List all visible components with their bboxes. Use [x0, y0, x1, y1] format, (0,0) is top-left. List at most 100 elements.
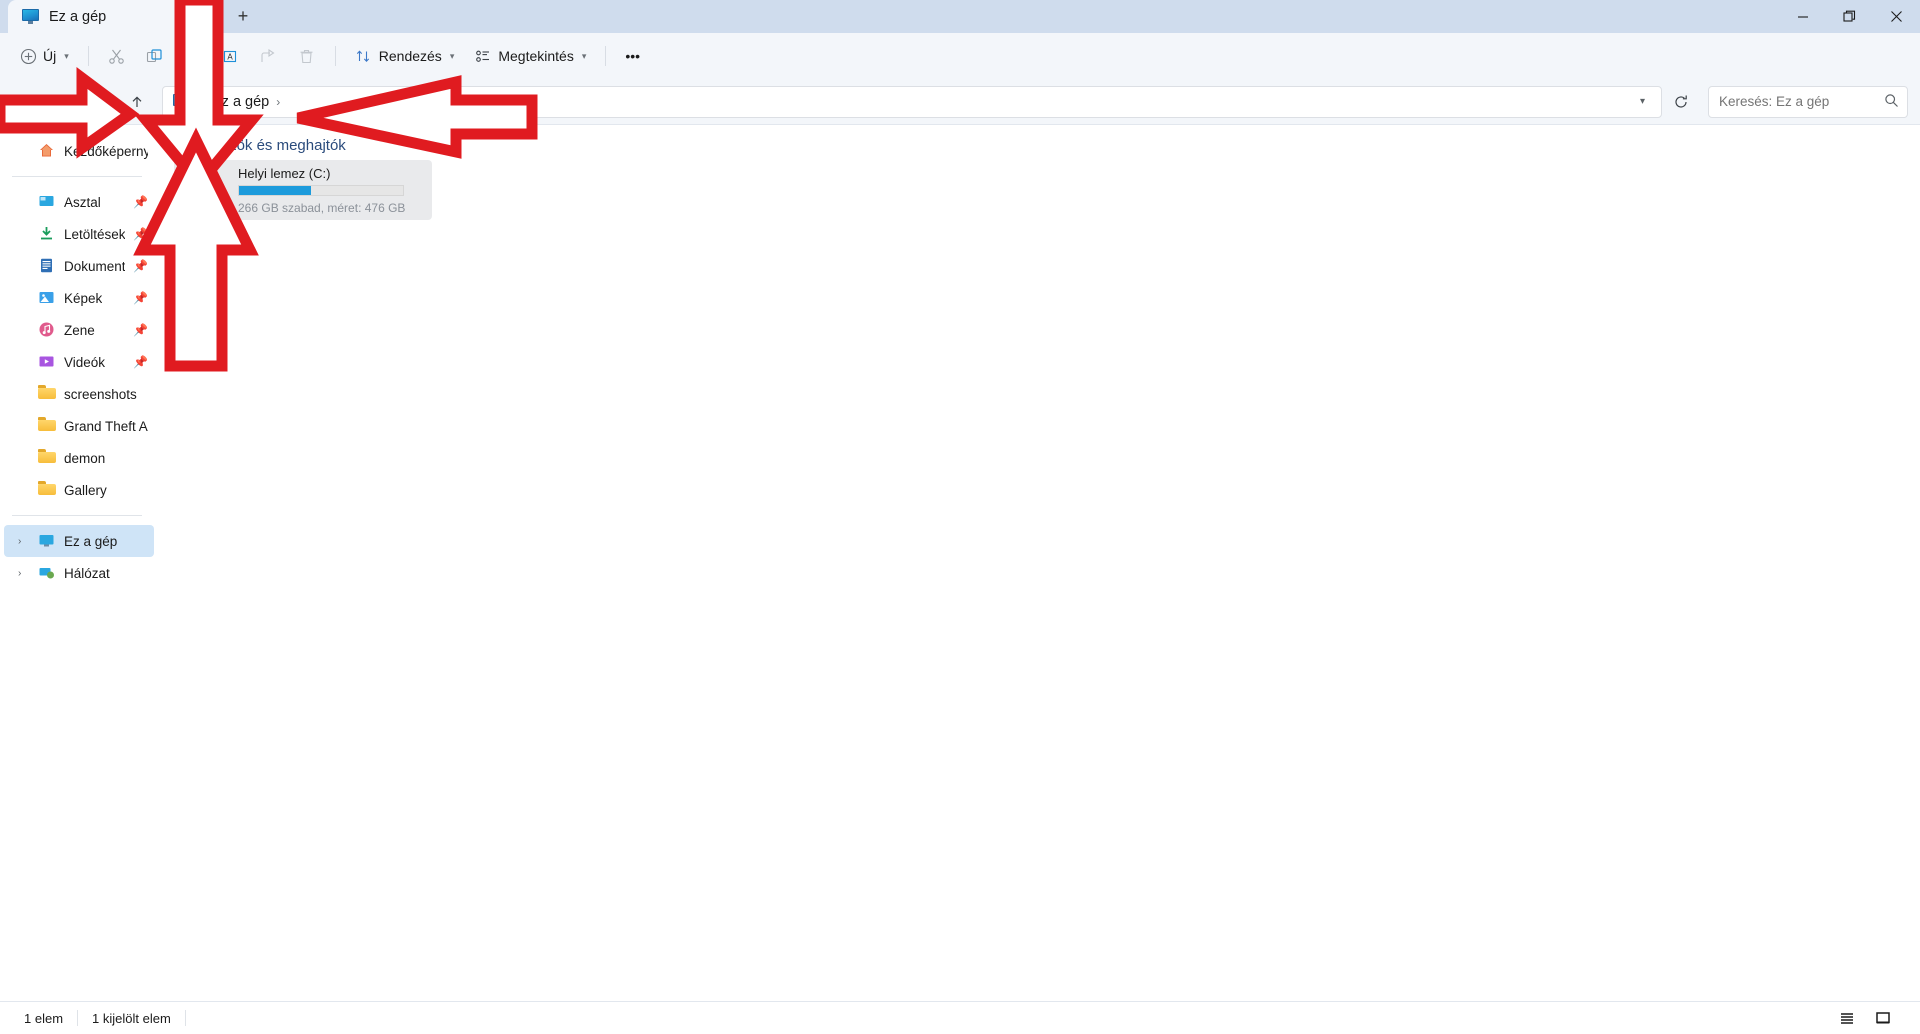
breadcrumb-separator-2[interactable]: › — [273, 95, 283, 109]
close-tab-button[interactable]: ✕ — [186, 5, 212, 29]
details-view-icon[interactable] — [1834, 1007, 1860, 1029]
share-button[interactable] — [251, 40, 287, 72]
close-button[interactable] — [1873, 0, 1920, 33]
address-dropdown-button[interactable]: ▾ — [1632, 96, 1653, 107]
chevron-down-icon[interactable]: ⌄ — [173, 139, 182, 152]
minimize-button[interactable] — [1779, 0, 1826, 33]
toolbar-divider-2 — [334, 46, 336, 66]
command-toolbar: Új ▾ A Rendezés ▾ Megtekintés ▾ ••• — [0, 33, 1920, 79]
plus-circle-icon — [19, 47, 37, 65]
new-button[interactable]: Új ▾ — [10, 40, 78, 72]
sidebar-item-screenshots[interactable]: screenshots — [4, 378, 154, 410]
window-controls — [1779, 0, 1920, 33]
cut-icon — [108, 47, 126, 65]
pin-icon[interactable]: 📌 — [133, 259, 148, 273]
sidebar-item-label: Dokumentumok — [64, 258, 126, 274]
sidebar-item-label: Grand Theft Auto S — [64, 418, 148, 434]
breadcrumb[interactable]: › Ez a gép › ▾ — [162, 85, 1662, 118]
refresh-button[interactable] — [1664, 86, 1698, 118]
status-bar: 1 elem 1 kijelölt elem — [0, 1001, 1920, 1034]
explorer-body: Kezdőképernyő Asztal 📌 Let — [0, 125, 1920, 1001]
downloads-icon — [38, 225, 56, 243]
sidebar-item-this-pc[interactable]: › Ez a gép — [4, 525, 154, 557]
drive-tile-local-disk-c[interactable]: Helyi lemez (C:) 266 GB szabad, méret: 4… — [174, 160, 432, 220]
pin-icon[interactable]: 📌 — [133, 227, 148, 241]
sidebar-item-asztal[interactable]: Asztal 📌 — [4, 186, 154, 218]
sidebar-item-gallery[interactable]: Gallery — [4, 474, 154, 506]
expander-icon[interactable]: › — [18, 536, 30, 547]
this-pc-icon — [173, 94, 190, 109]
sidebar-item-label: Asztal — [64, 194, 101, 210]
sidebar-item-home[interactable]: Kezdőképernyő — [4, 135, 154, 167]
status-divider-2 — [184, 1010, 186, 1026]
breadcrumb-separator: › — [201, 94, 205, 109]
file-list-area[interactable]: ⌄ Eszközök és meghajtók Helyi lemez (C:) — [158, 125, 1920, 1001]
sort-button[interactable]: Rendezés ▾ — [346, 40, 464, 72]
sidebar-item-videok[interactable]: Videók 📌 — [4, 346, 154, 378]
pin-icon[interactable]: 📌 — [133, 291, 148, 305]
up-button[interactable] — [120, 86, 154, 118]
sidebar-item-dokumentumok[interactable]: Dokumentumok 📌 — [4, 250, 154, 282]
pin-icon[interactable]: 📌 — [133, 195, 148, 209]
documents-icon — [38, 257, 56, 275]
network-icon — [38, 564, 56, 582]
breadcrumb-item-this-pc[interactable]: Ez a gép — [212, 94, 269, 110]
sidebar-item-zene[interactable]: Zene 📌 — [4, 314, 154, 346]
sidebar-item-label: Zene — [64, 322, 95, 338]
address-bar-row: › Ez a gép › ▾ — [0, 79, 1920, 125]
sort-button-label: Rendezés — [378, 48, 442, 64]
share-icon — [260, 47, 278, 65]
chevron-down-icon: ▾ — [581, 50, 587, 61]
delete-icon — [298, 47, 316, 65]
drive-name: Helyi lemez (C:) — [238, 165, 331, 181]
pin-icon[interactable]: 📌 — [133, 323, 148, 337]
view-toggles — [1834, 1007, 1910, 1029]
sidebar-divider-2 — [12, 515, 142, 516]
drive-tiles: Helyi lemez (C:) 266 GB szabad, méret: 4… — [168, 160, 1920, 220]
sidebar-item-demon[interactable]: demon — [4, 442, 154, 474]
sidebar-item-kepek[interactable]: Képek 📌 — [4, 282, 154, 314]
sidebar-item-network[interactable]: › Hálózat — [4, 557, 154, 589]
forward-button[interactable] — [48, 86, 82, 118]
title-bar: Ez a gép ✕ + — [0, 0, 1920, 33]
rename-button[interactable]: A — [213, 40, 249, 72]
sidebar-item-label: Gallery — [64, 482, 107, 498]
more-options-button[interactable]: ••• — [616, 40, 649, 72]
view-button-label: Megtekintés — [498, 48, 574, 64]
drive-info: Helyi lemez (C:) 266 GB szabad, méret: 4… — [238, 166, 424, 215]
copy-button[interactable] — [137, 40, 173, 72]
pin-icon[interactable]: 📌 — [133, 355, 148, 369]
new-tab-button[interactable]: + — [228, 1, 258, 31]
sidebar-item-grand-theft-auto[interactable]: Grand Theft Auto S — [4, 410, 154, 442]
new-button-label: Új — [43, 48, 57, 64]
recent-locations-button[interactable] — [84, 86, 118, 118]
sidebar-divider — [12, 176, 142, 177]
expander-icon[interactable]: › — [18, 568, 30, 579]
sidebar-item-label: Letöltések — [64, 226, 126, 242]
back-button[interactable] — [12, 86, 46, 118]
drive-usage-fill — [239, 185, 312, 195]
tab-this-pc[interactable]: Ez a gép ✕ — [8, 0, 220, 33]
search-icon[interactable] — [1884, 93, 1899, 111]
local-disk-icon — [180, 167, 228, 213]
item-count: 1 elem — [24, 1010, 64, 1026]
delete-button[interactable] — [289, 40, 325, 72]
drive-usage-bar — [238, 184, 404, 196]
sidebar-item-label: Videók — [64, 354, 106, 370]
this-pc-icon — [38, 532, 56, 550]
sidebar-item-label: demon — [64, 450, 106, 466]
view-button[interactable]: Megtekintés ▾ — [465, 40, 595, 72]
cut-button[interactable] — [99, 40, 135, 72]
paste-button[interactable] — [175, 40, 211, 72]
sort-icon — [355, 47, 373, 65]
drive-details: 266 GB szabad, méret: 476 GB — [238, 200, 406, 215]
file-explorer-window: Ez a gép ✕ + Új ▾ A Rendezés ▾ Megtekint… — [0, 0, 1920, 1034]
folder-icon — [38, 385, 56, 403]
restore-button[interactable] — [1826, 0, 1873, 33]
pictures-icon — [38, 289, 56, 307]
search-input[interactable] — [1719, 94, 1884, 109]
sidebar-item-letoltesek[interactable]: Letöltések 📌 — [4, 218, 154, 250]
search-box[interactable] — [1708, 85, 1908, 118]
group-header-devices-and-drives[interactable]: ⌄ Eszközök és meghajtók — [173, 137, 1920, 154]
large-icons-icon[interactable] — [1870, 1007, 1896, 1029]
